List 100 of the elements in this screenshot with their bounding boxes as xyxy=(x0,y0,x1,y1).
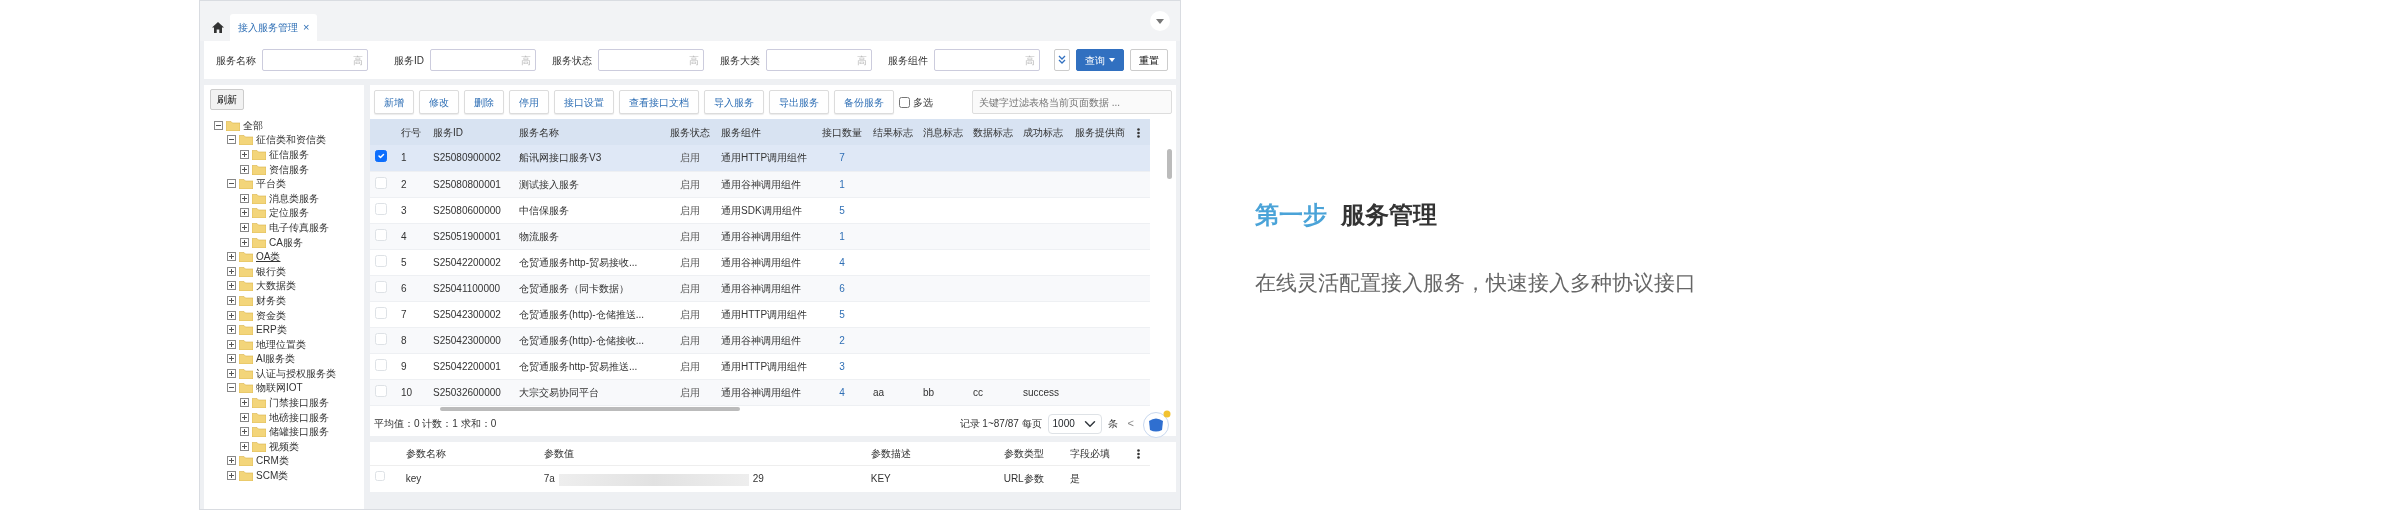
home-icon[interactable] xyxy=(212,22,224,33)
reset-button[interactable]: 重置 xyxy=(1130,49,1168,71)
table-cell: 通用HTTP调用组件 xyxy=(721,308,808,320)
tree-item[interactable]: OA类 xyxy=(256,249,281,265)
table-cell[interactable]: 4 xyxy=(839,386,845,398)
toolbar-button[interactable]: 修改 xyxy=(419,90,459,114)
toolbar-button[interactable]: 删除 xyxy=(464,90,504,114)
collapse-icon[interactable] xyxy=(227,179,236,189)
tree-item[interactable]: 大数据类 xyxy=(256,278,296,294)
tree-item[interactable]: 地磅接口服务 xyxy=(269,409,329,425)
query-button[interactable]: 查询 xyxy=(1076,49,1124,71)
table-cell: 3 xyxy=(401,204,407,216)
table-cell[interactable]: 1 xyxy=(839,178,845,190)
tree-item[interactable]: 门禁接口服务 xyxy=(269,395,329,411)
prev-page-button[interactable]: < xyxy=(1123,415,1138,432)
table-cell: S25042200002 xyxy=(433,256,501,268)
column-header[interactable]: 参数值 xyxy=(543,447,574,459)
tree-item[interactable]: 物联网IOT xyxy=(256,380,303,396)
column-header[interactable]: 参数类型 xyxy=(1003,447,1044,459)
tree-item[interactable]: 银行类 xyxy=(256,263,286,279)
toolbar-button[interactable]: 新增 xyxy=(374,90,414,114)
expand-icon[interactable] xyxy=(240,193,249,203)
vertical-scrollbar[interactable] xyxy=(1167,149,1172,179)
tree-item[interactable]: CA服务 xyxy=(269,234,303,250)
expand-icon[interactable] xyxy=(227,368,236,378)
refresh-button[interactable]: 刷新 xyxy=(210,89,244,110)
expand-icon[interactable] xyxy=(227,456,236,466)
table-cell[interactable]: 4 xyxy=(839,256,845,268)
expand-icon[interactable] xyxy=(227,266,236,276)
tree-item[interactable]: 定位服务 xyxy=(269,205,309,221)
table-cell: 5 xyxy=(401,256,407,268)
tree-item[interactable]: 平台类 xyxy=(256,176,286,192)
expand-icon[interactable] xyxy=(227,471,236,481)
collapse-icon[interactable] xyxy=(227,135,236,145)
toolbar-button[interactable]: 导出服务 xyxy=(769,90,829,114)
expand-icon[interactable] xyxy=(227,252,236,262)
expand-icon[interactable] xyxy=(227,281,236,291)
folder-icon xyxy=(239,280,253,292)
tree-item[interactable]: 资信服务 xyxy=(269,161,309,177)
column-header[interactable]: 参数描述 xyxy=(870,447,911,459)
table-cell[interactable]: 5 xyxy=(839,204,845,216)
tree-item[interactable]: 财务类 xyxy=(256,292,286,308)
table-cell[interactable]: 2 xyxy=(839,334,845,346)
expand-icon[interactable] xyxy=(240,412,249,422)
search-field[interactable]: 关键字过滤表格当前页面数据 ... xyxy=(972,90,1172,114)
table-cell[interactable]: 7 xyxy=(839,152,845,164)
column-menu-icon[interactable] xyxy=(1136,449,1140,460)
tab[interactable]: 接入服务管理 × xyxy=(230,14,318,41)
expand-icon[interactable] xyxy=(227,310,236,320)
tree-item[interactable]: CRM类 xyxy=(256,453,289,469)
column-header[interactable]: 服务ID xyxy=(433,126,463,138)
tree-item[interactable]: ERP类 xyxy=(256,322,287,338)
table-cell[interactable]: 6 xyxy=(839,282,845,294)
collapse-icon[interactable] xyxy=(227,383,236,393)
expand-icon[interactable] xyxy=(240,222,249,232)
collapse-icon[interactable] xyxy=(214,120,223,130)
expand-icon[interactable] xyxy=(240,441,249,451)
toolbar-button[interactable]: 停用 xyxy=(509,90,549,114)
tree-item[interactable]: 消息类服务 xyxy=(269,190,319,206)
tree-item[interactable]: 征信服务 xyxy=(269,147,309,162)
toolbar-button[interactable]: 接口设置 xyxy=(554,90,614,114)
row-checkbox[interactable] xyxy=(375,150,387,163)
page-size-select[interactable]: 1000 xyxy=(1047,413,1102,434)
toolbar-button[interactable]: 查看接口文档 xyxy=(619,90,699,114)
expand-icon[interactable] xyxy=(227,354,236,364)
tree-item[interactable]: AI服务类 xyxy=(256,351,296,367)
tree-item[interactable]: 视频类 xyxy=(269,438,299,454)
table-cell[interactable]: 5 xyxy=(839,308,845,320)
expand-icon[interactable] xyxy=(240,164,249,174)
column-menu-icon[interactable] xyxy=(1137,127,1140,138)
tree-item[interactable]: 电子传真服务 xyxy=(269,219,329,235)
multi-select-checkbox[interactable] xyxy=(899,96,910,108)
expand-button[interactable] xyxy=(1054,49,1070,71)
column-header[interactable]: 字段必填 xyxy=(1070,447,1111,459)
tree-item[interactable]: 资金类 xyxy=(256,307,286,323)
expand-icon[interactable] xyxy=(240,150,249,159)
expand-icon[interactable] xyxy=(227,295,236,305)
table-cell[interactable]: 1 xyxy=(839,230,845,242)
tree-item[interactable]: 储罐接口服务 xyxy=(269,424,329,440)
column-header[interactable]: 服务名称 xyxy=(519,126,559,138)
assistant-icon[interactable] xyxy=(1142,409,1172,438)
tree-item[interactable]: 地理位置类 xyxy=(256,336,306,352)
tree-item[interactable]: 征信类和资信类 xyxy=(256,132,326,148)
toolbar-button[interactable]: 备份服务 xyxy=(834,90,894,114)
expand-icon[interactable] xyxy=(240,237,249,247)
table-cell[interactable]: 3 xyxy=(839,360,845,372)
toolbar-button[interactable]: 导入服务 xyxy=(704,90,764,114)
expand-icon[interactable] xyxy=(227,339,236,349)
column-header[interactable]: 参数名称 xyxy=(405,447,446,459)
close-button[interactable]: × xyxy=(303,22,310,33)
expand-icon[interactable] xyxy=(240,208,249,218)
expand-icon[interactable] xyxy=(240,398,249,408)
column-header[interactable]: 服务组件 xyxy=(721,126,761,138)
dropdown-button[interactable] xyxy=(1150,11,1170,31)
tree-item[interactable]: 全部 xyxy=(243,117,263,133)
expand-icon[interactable] xyxy=(227,325,236,335)
expand-icon[interactable] xyxy=(240,427,249,437)
horizontal-scrollbar[interactable] xyxy=(440,406,740,411)
tree-item[interactable]: 认证与授权服务类 xyxy=(256,365,336,381)
tree-item[interactable]: SCM类 xyxy=(256,468,289,484)
